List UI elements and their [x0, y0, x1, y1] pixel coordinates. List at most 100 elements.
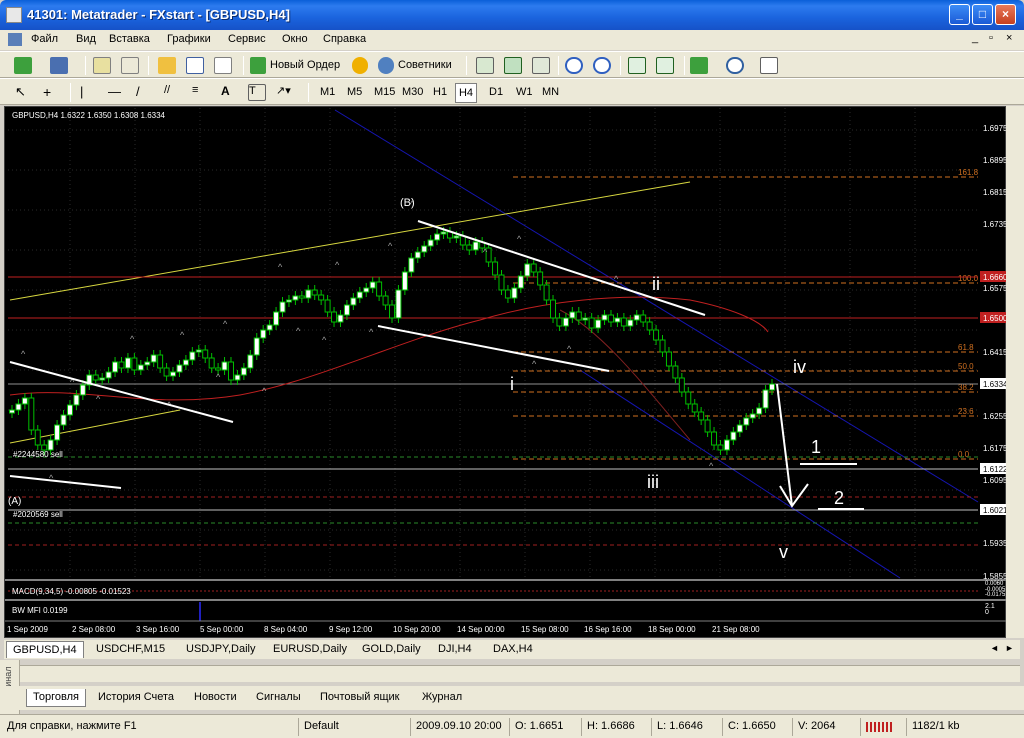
- candle-body: [723, 439, 730, 451]
- candle-body: [54, 424, 61, 441]
- wave-label-b: (B): [400, 197, 415, 209]
- candle-body: [369, 281, 376, 289]
- candle-body: [736, 424, 743, 433]
- candle-body: [511, 287, 518, 299]
- chart-tab-gold[interactable]: GOLD,Daily: [356, 641, 427, 658]
- fib-label: 50.0: [958, 362, 974, 371]
- candle-body: [363, 287, 370, 293]
- candle-body: [498, 274, 505, 291]
- candle-body: [73, 394, 80, 406]
- candle-body: [756, 407, 763, 415]
- terminal-tab-signals[interactable]: Сигналы: [250, 689, 307, 707]
- candle-body: [343, 304, 350, 316]
- candle-body: [588, 317, 595, 329]
- candle-body: [157, 354, 164, 369]
- status-low: L: 1.6646: [651, 718, 703, 736]
- terminal-scrollbar[interactable]: [20, 665, 1020, 682]
- candle-body: [66, 404, 73, 416]
- candle-body: [414, 251, 421, 259]
- candle-body: [575, 311, 582, 321]
- chart-tab-dax[interactable]: DAX,H4: [487, 641, 539, 658]
- candle-body: [472, 241, 479, 251]
- status-datetime: 2009.09.10 20:00: [410, 718, 502, 736]
- tab-scroll-left-icon[interactable]: ◄: [990, 643, 999, 653]
- candle-body: [112, 361, 119, 373]
- candle-body: [698, 411, 705, 421]
- chart-tab-gbpusd[interactable]: GBPUSD,H4: [6, 641, 84, 658]
- candle-body: [311, 289, 318, 296]
- candle-body: [685, 391, 692, 405]
- candle-body: [466, 244, 473, 251]
- chart-tab-dji[interactable]: DJI,H4: [432, 641, 478, 658]
- candle-body: [427, 239, 434, 247]
- macd-tick: -0.0175: [985, 592, 1006, 598]
- fib-label: 0.0: [958, 450, 970, 459]
- candle-body: [99, 377, 106, 381]
- candle-body: [582, 317, 589, 321]
- time-tick: 8 Sep 04:00: [264, 625, 308, 634]
- white-trendline-2[interactable]: [9, 475, 122, 489]
- fractal-arrows: ^^^^^^^^^^^^^^^^^^^^^^^: [21, 199, 714, 483]
- fractal-arrow: ^: [21, 349, 26, 359]
- status-volume: V: 2064: [792, 718, 836, 736]
- candle-body: [60, 414, 67, 426]
- fractal-arrow: ^: [180, 330, 185, 340]
- candle-body: [389, 304, 395, 319]
- chart-tab-eurusd[interactable]: EURUSD,Daily: [267, 641, 353, 658]
- fractal-arrow: ^: [223, 319, 228, 329]
- candle-body: [504, 289, 511, 299]
- candle-body: [176, 364, 183, 373]
- candle-body: [305, 289, 312, 299]
- terminal-tab-mailbox[interactable]: Почтовый ящик: [314, 689, 405, 707]
- candle-body: [691, 403, 698, 413]
- candle-body: [704, 419, 711, 433]
- candle-body: [163, 367, 170, 377]
- mfi-label: BW MFI 0.0199: [12, 606, 68, 615]
- price-tick: 1.6095: [983, 476, 1008, 485]
- white-trendline-4[interactable]: [377, 325, 610, 372]
- status-help: Для справки, нажмите F1: [7, 720, 137, 732]
- fractal-arrow: ^: [335, 260, 340, 270]
- time-tick: 21 Sep 08:00: [712, 625, 760, 634]
- tab-scroll-right-icon[interactable]: ►: [1005, 643, 1014, 653]
- upper-trendline[interactable]: [9, 181, 691, 301]
- price-tick: 1.5935: [983, 539, 1008, 548]
- candle-body: [749, 413, 756, 419]
- fractal-arrow: ^: [296, 326, 301, 336]
- terminal-tab-news[interactable]: Новости: [188, 689, 243, 707]
- terminal-tab-journal[interactable]: Журнал: [416, 689, 468, 707]
- candle-body: [492, 261, 499, 276]
- candle-body: [401, 271, 408, 291]
- candle-body: [92, 374, 99, 381]
- candle-body: [653, 329, 660, 341]
- candle-body: [170, 371, 177, 377]
- candle-body: [762, 389, 769, 409]
- candle-body: [215, 367, 222, 371]
- price-tag: 1.6500: [983, 314, 1008, 323]
- candle-body: [627, 319, 634, 327]
- price-tag: 1.6334: [983, 380, 1008, 389]
- candle-body: [150, 354, 157, 363]
- chart-tabs: GBPUSD,H4 USDCHF,M15 USDJPY,Daily EURUSD…: [4, 640, 1020, 659]
- projection-arrow-line[interactable]: [776, 383, 793, 507]
- terminal-tab-trade[interactable]: Торговля: [26, 689, 86, 707]
- mfi-tick: 0: [985, 609, 989, 616]
- wave-label-ii: ii: [652, 274, 660, 294]
- channel-lower-line[interactable]: [579, 369, 901, 579]
- candle-body: [9, 409, 15, 414]
- candle-body: [331, 311, 338, 323]
- candle-body: [614, 317, 621, 323]
- terminal-tab-history[interactable]: История Счета: [92, 689, 180, 707]
- price-tick: 1.6415: [983, 348, 1008, 357]
- candle-body: [524, 263, 531, 277]
- channel-upper-line[interactable]: [334, 109, 979, 503]
- chart-tab-usdchf[interactable]: USDCHF,M15: [90, 641, 171, 658]
- white-trendline-3[interactable]: [417, 220, 706, 316]
- candle-body: [601, 314, 608, 321]
- price-chart[interactable]: 161.8100.061.850.038.223.60.0 ^^^^ ^^^ ^^^…: [0, 0, 1024, 738]
- candle-body: [537, 271, 544, 286]
- chart-tab-usdjpy[interactable]: USDJPY,Daily: [180, 641, 262, 658]
- wave-label-iii: iii: [647, 472, 659, 492]
- vertical-scrollbar[interactable]: [1006, 106, 1024, 638]
- candle-body: [28, 397, 35, 431]
